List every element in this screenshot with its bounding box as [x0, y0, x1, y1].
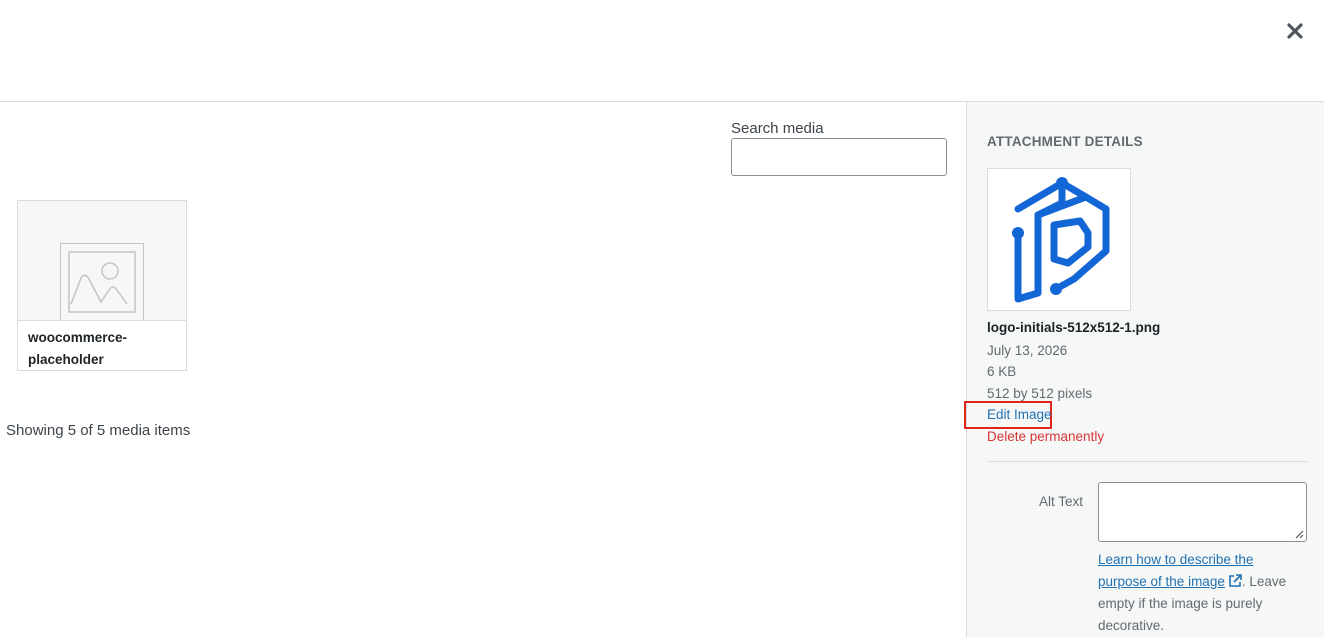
external-link-icon: [1229, 574, 1242, 587]
modal-header: [0, 0, 1324, 102]
delete-permanently-link[interactable]: Delete permanently: [987, 429, 1104, 444]
close-icon: [1287, 23, 1303, 39]
attachment-thumbnail: [987, 168, 1131, 311]
media-item-caption: woocommerce- placeholder: [18, 320, 186, 370]
search-input[interactable]: [731, 138, 947, 176]
alt-text-help: Learn how to describe the purpose of the…: [1098, 549, 1293, 637]
edit-image-link[interactable]: Edit Image: [987, 407, 1052, 422]
attachment-details-title: ATTACHMENT DETAILS: [987, 134, 1143, 149]
alt-text-help-link[interactable]: Learn how to describe the purpose of the…: [1098, 552, 1253, 589]
attachment-file-size: 6 KB: [987, 364, 1017, 379]
image-placeholder-icon: [60, 243, 144, 321]
close-button[interactable]: [1284, 20, 1306, 42]
attachment-dimensions: 512 by 512 pixels: [987, 386, 1093, 401]
media-item[interactable]: woocommerce- placeholder: [17, 200, 187, 371]
media-item-caption-line: woocommerce-: [28, 330, 128, 345]
media-item-caption-line: placeholder: [28, 352, 104, 367]
alt-text-input[interactable]: [1098, 482, 1307, 542]
media-browser: Search media woocommerce- placeholder Sh…: [0, 102, 966, 637]
attachment-filename: logo-initials-512x512-1.png: [987, 320, 1161, 335]
attachment-details-sidebar: ATTACHMENT DETAILS logo-initials-512x512…: [964, 102, 1324, 637]
media-count-text: Showing 5 of 5 media items: [6, 422, 191, 439]
search-label: Search media: [731, 120, 824, 137]
attachment-date: July 13, 2026: [987, 343, 1068, 358]
divider: [987, 461, 1308, 462]
resize-handle-icon[interactable]: [1294, 529, 1304, 539]
alt-text-label: Alt Text: [1038, 494, 1083, 509]
logo-image: [1012, 177, 1110, 303]
